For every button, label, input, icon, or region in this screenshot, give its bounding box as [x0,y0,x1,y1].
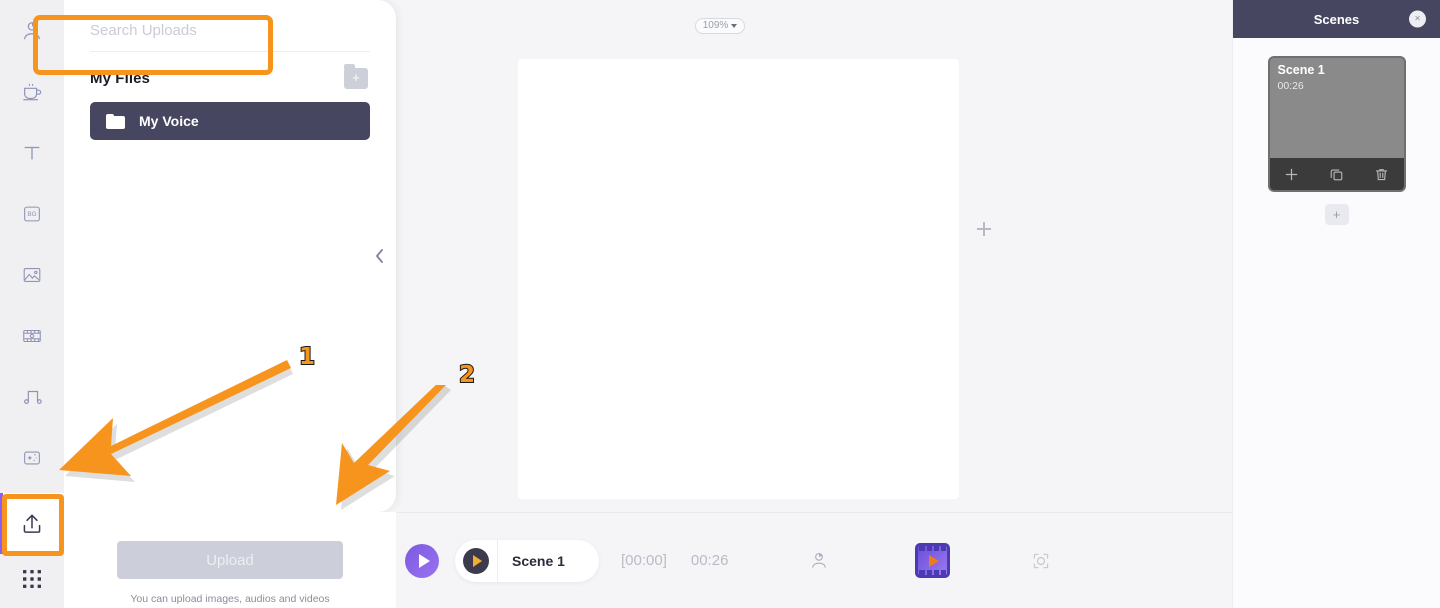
sidebar-item-text[interactable] [0,122,64,183]
play-icon-small [473,554,482,567]
svg-text:BG: BG [27,211,36,218]
zoom-level-label: 109% [702,20,729,31]
scene-name: Scene 1 [1277,63,1325,77]
left-icon-rail: BG [0,0,64,608]
scene-thumbnail-card[interactable]: Scene 1 00:26 [1267,56,1406,192]
text-icon [21,142,43,164]
folder-item-my-voice[interactable]: My Voice [90,102,370,140]
folder-icon [106,113,125,129]
add-folder-button[interactable]: + [344,64,368,89]
scene-duration: 00:26 [1277,80,1304,92]
scenes-header: Scenes × [1233,0,1440,38]
timecode-total: 00:26 [690,552,729,569]
upload-footer: Upload You can upload images, audios and… [64,512,396,608]
image-icon [21,264,43,286]
add-scene-label: + [1332,207,1341,222]
film-play-icon [928,554,939,567]
sidebar-item-templates[interactable] [0,61,64,122]
my-files-header: My Files + [64,52,396,89]
plus-icon [1286,168,1298,180]
add-folder-label: + [352,70,360,85]
music-icon [21,386,43,408]
close-icon[interactable]: × [1409,10,1426,28]
app-root: BG Search Uploads My Files + My Voice Up… [0,0,1440,608]
sidebar-item-effects[interactable] [0,427,64,488]
chip-divider [497,539,498,582]
duplicate-icon [1330,168,1343,180]
add-element-button[interactable] [977,222,991,236]
film-perforation-top [918,546,947,551]
avatar-icon [21,20,43,42]
sidebar-item-image[interactable] [0,244,64,305]
coffee-icon [21,81,43,103]
slide-canvas[interactable] [518,59,959,499]
background-icon: BG [21,203,43,225]
video-icon [21,325,43,347]
sidebar-item-avatar[interactable] [0,0,64,61]
trash-icon [1375,168,1387,180]
playback-toolbar: Scene 1 [00:00] 00:26 [396,512,1232,608]
folder-label: My Voice [139,113,199,129]
sidebar-item-video[interactable] [0,305,64,366]
chevron-down-icon [731,24,738,28]
search-input[interactable] [90,18,370,52]
play-button[interactable] [405,543,439,578]
film-perforation-bottom [918,570,947,575]
zoom-level-selector[interactable]: 109% [695,18,745,34]
sidebar-item-apps[interactable] [0,554,64,604]
avatar-toolbar-button[interactable] [806,548,832,574]
search-uploads-wrapper [64,0,396,52]
upload-button[interactable]: Upload [117,541,343,579]
sidebar-item-music[interactable] [0,366,64,427]
play-icon [418,553,430,568]
uploads-panel: My Files + My Voice [64,0,396,512]
chevron-left-icon [375,249,383,263]
avatar-icon [812,552,827,568]
upload-icon [19,511,45,537]
scenes-panel: Scenes × Scene 1 00:26 + [1232,0,1440,608]
scene-add-button[interactable] [1281,163,1303,185]
upload-hint-text: You can upload images, audios and videos [130,593,330,605]
canvas-stage: 109% [396,0,1232,512]
my-files-title: My Files [90,70,150,87]
scene-card-toolbar [1269,158,1404,190]
fit-to-screen-button[interactable] [1029,549,1053,573]
apps-grid-icon [22,569,42,589]
focus-frame-icon [1034,553,1049,568]
scene-chip-label: Scene 1 [512,552,565,569]
effects-icon [21,447,43,469]
scene-duplicate-button[interactable] [1325,163,1347,185]
scene-delete-button[interactable] [1370,163,1392,185]
timecode-current: [00:00] [621,552,667,569]
sidebar-item-upload[interactable] [0,493,64,554]
video-preview-button[interactable] [915,543,951,578]
scene-play-button[interactable] [463,547,489,574]
scene-chip[interactable]: Scene 1 [455,539,599,582]
panel-collapse-button[interactable] [372,247,386,265]
sidebar-item-background[interactable]: BG [0,183,64,244]
add-scene-button[interactable]: + [1324,204,1349,225]
scenes-title: Scenes [1313,11,1360,27]
